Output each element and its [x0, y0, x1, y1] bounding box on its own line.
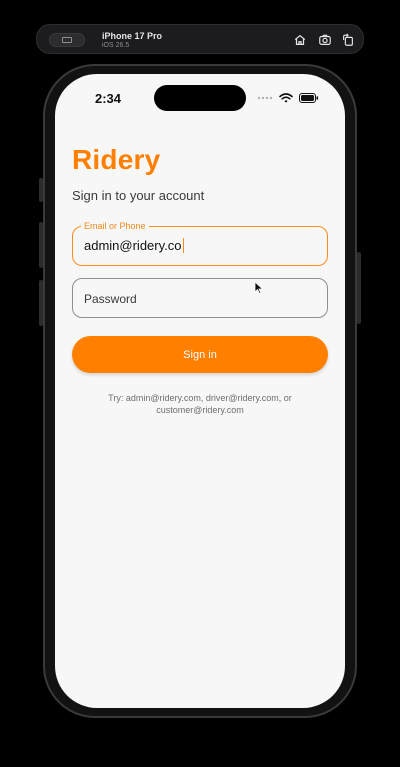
battery-icon [299, 93, 319, 103]
password-placeholder: Password [84, 292, 137, 306]
status-time: 2:34 [95, 91, 122, 106]
home-icon[interactable] [291, 31, 309, 49]
device-toggle-icon[interactable] [49, 33, 85, 47]
rotate-icon[interactable] [339, 31, 357, 49]
dynamic-island [154, 85, 246, 111]
mouse-pointer-icon [254, 281, 264, 295]
device-os-version: iOS 26.5 [102, 42, 130, 49]
device-name: iPhone 17 Pro [102, 31, 163, 41]
wifi-icon [279, 93, 293, 103]
password-field[interactable]: Password [72, 278, 328, 318]
text-caret [182, 238, 184, 253]
status-icons [257, 93, 319, 103]
cellular-dots-icon [257, 96, 273, 100]
app-brand-title: Ridery [72, 144, 161, 175]
email-field-label: Email or Phone [81, 221, 149, 232]
screenshot-icon[interactable] [316, 31, 334, 49]
simulator-toolbar: iPhone 17 Pro iOS 26.5 [36, 24, 364, 54]
signin-subtitle: Sign in to your account [72, 188, 205, 203]
sign-in-button[interactable]: Sign in [72, 336, 328, 373]
phone-screen: 2:34 Ridery Sign in to your account Emai… [55, 74, 345, 708]
power-button [357, 252, 361, 324]
email-field-value[interactable]: admin@ridery.co [84, 238, 184, 253]
demo-accounts-hint: Try: admin@ridery.com, driver@ridery.com… [108, 393, 292, 415]
email-field[interactable]: Email or Phone admin@ridery.co [72, 221, 328, 266]
email-input-text[interactable]: admin@ridery.co [84, 238, 182, 253]
